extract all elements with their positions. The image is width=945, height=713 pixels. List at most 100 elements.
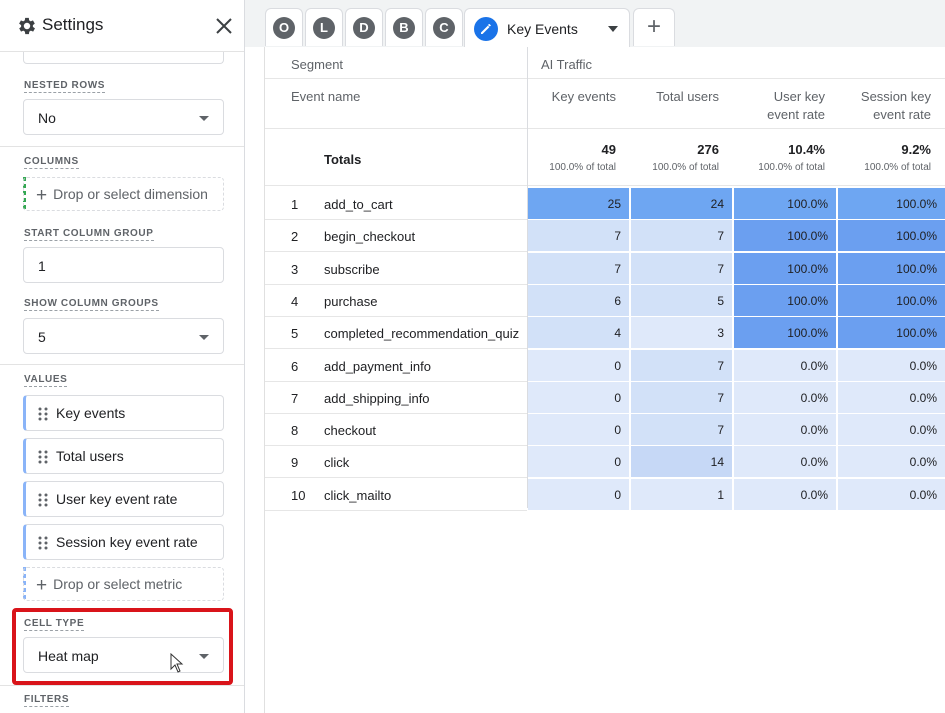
column-header-total-users[interactable]: Total users <box>631 88 719 106</box>
table-row[interactable]: 10 click_mailto 0 1 0.0% 0.0% <box>265 479 945 511</box>
drag-handle-icon <box>38 536 48 550</box>
metric-chip-user-key-event-rate[interactable]: User key event rate <box>23 481 224 517</box>
heatmap-cell: 1 <box>631 479 732 510</box>
heatmap-cell: 100.0% <box>734 188 836 219</box>
table-row[interactable]: 9 click 0 14 0.0% 0.0% <box>265 446 945 478</box>
heatmap-cell: 0 <box>528 479 629 510</box>
event-name-cell[interactable]: add_shipping_info <box>324 391 430 406</box>
event-name-cell[interactable]: begin_checkout <box>324 229 415 244</box>
section-divider <box>0 685 244 686</box>
heatmap-cell: 100.0% <box>734 285 836 316</box>
total-value: 10.4% <box>788 142 825 157</box>
total-value: 9.2% <box>901 142 931 157</box>
drop-dimension-button[interactable]: + Drop or select dimension <box>23 177 224 211</box>
heatmap-cell: 0.0% <box>734 446 836 477</box>
cell-type-label: CELL TYPE <box>24 618 85 631</box>
start-column-group-input[interactable]: 1 <box>23 247 224 283</box>
heatmap-cell: 100.0% <box>734 253 836 284</box>
heatmap-cell: 0.0% <box>734 382 836 413</box>
event-name-cell[interactable]: subscribe <box>324 262 380 277</box>
column-header-key-events[interactable]: Key events <box>528 88 616 106</box>
tab-key-events[interactable]: Key Events <box>464 8 630 47</box>
show-column-groups-select[interactable]: 5 <box>23 318 224 354</box>
tab-d[interactable]: D <box>345 8 383 46</box>
table-row[interactable]: 3 subscribe 7 7 100.0% 100.0% <box>265 253 945 285</box>
column-header-line: Key events <box>551 89 616 104</box>
total-subtext: 100.0% of total <box>652 162 719 173</box>
event-name-cell[interactable]: checkout <box>324 423 376 438</box>
row-divider <box>265 510 527 511</box>
filters-label: FILTERS <box>24 694 70 707</box>
table-row[interactable]: 6 add_payment_info 0 7 0.0% 0.0% <box>265 350 945 382</box>
tab-avatar: B <box>393 17 415 39</box>
tab-b[interactable]: B <box>385 8 423 46</box>
column-header-line: Session key <box>860 89 931 104</box>
table-row[interactable]: 1 add_to_cart 25 24 100.0% 100.0% <box>265 188 945 220</box>
event-name-header[interactable]: Event name <box>291 89 360 104</box>
row-number: 2 <box>291 229 299 244</box>
plus-icon: + <box>36 185 48 206</box>
heatmap-cell: 100.0% <box>838 220 945 251</box>
event-name-cell[interactable]: click <box>324 455 349 470</box>
row-number: 1 <box>291 197 299 212</box>
drop-metric-button[interactable]: + Drop or select metric <box>23 567 224 601</box>
heatmap-cell: 100.0% <box>838 285 945 316</box>
segment-name[interactable]: AI Traffic <box>541 57 592 72</box>
column-header-user-key-event-rate[interactable]: User key event rate <box>733 88 825 124</box>
total-subtext: 100.0% of total <box>549 162 616 173</box>
event-name-cell[interactable]: click_mailto <box>324 488 391 503</box>
show-column-groups-label: SHOW COLUMN GROUPS <box>24 298 159 311</box>
tab-o[interactable]: O <box>265 8 303 46</box>
chevron-down-icon <box>199 335 209 340</box>
pencil-icon <box>474 17 498 41</box>
row-number: 7 <box>291 391 299 406</box>
row-number: 3 <box>291 262 299 277</box>
column-header-line: event rate <box>767 107 825 122</box>
close-icon[interactable] <box>212 14 236 38</box>
metric-chip-key-events[interactable]: Key events <box>23 395 224 431</box>
drag-handle-icon <box>38 450 48 464</box>
table-row[interactable]: 2 begin_checkout 7 7 100.0% 100.0% <box>265 220 945 252</box>
heatmap-cell: 24 <box>631 188 732 219</box>
table-row[interactable]: 8 checkout 0 7 0.0% 0.0% <box>265 414 945 446</box>
row-divider <box>265 348 527 349</box>
values-label: VALUES <box>24 374 68 387</box>
plus-icon: + <box>36 575 48 596</box>
total-subtext: 100.0% of total <box>864 162 931 173</box>
metric-label: Session key event rate <box>56 534 198 550</box>
cell-type-select[interactable]: Heat map <box>23 637 224 673</box>
event-name-cell[interactable]: purchase <box>324 294 377 309</box>
column-header-line: Total users <box>656 89 719 104</box>
table-row[interactable]: 7 add_shipping_info 0 7 0.0% 0.0% <box>265 382 945 414</box>
chevron-down-icon[interactable] <box>608 26 618 32</box>
table-row[interactable]: 5 completed_recommendation_quiz 4 3 100.0% 10… <box>265 317 945 349</box>
heatmap-cell: 7 <box>631 414 732 445</box>
row-divider <box>265 477 527 478</box>
tab-avatar: D <box>353 17 375 39</box>
tab-l[interactable]: L <box>305 8 343 46</box>
heatmap-cell: 7 <box>631 253 732 284</box>
metric-chip-session-key-event-rate[interactable]: Session key event rate <box>23 524 224 560</box>
heatmap-cell: 3 <box>631 317 732 348</box>
event-name-cell[interactable]: completed_recommendation_quiz <box>324 326 519 341</box>
nested-rows-select[interactable]: No <box>23 99 224 135</box>
settings-title: Settings <box>42 15 104 34</box>
drag-handle-icon <box>38 493 48 507</box>
heatmap-cell: 0.0% <box>838 382 945 413</box>
drop-metric-text: Drop or select metric <box>53 576 183 592</box>
event-name-cell[interactable]: add_to_cart <box>324 197 393 212</box>
add-tab-button[interactable]: + <box>633 8 675 46</box>
heatmap-cell: 0.0% <box>838 350 945 381</box>
total-value: 276 <box>697 142 719 157</box>
metric-chip-total-users[interactable]: Total users <box>23 438 224 474</box>
row-number: 10 <box>291 488 306 503</box>
heatmap-cell: 100.0% <box>734 317 836 348</box>
section-divider <box>0 146 244 147</box>
show-column-groups-value: 5 <box>38 329 46 345</box>
column-header-session-key-event-rate[interactable]: Session key event rate <box>837 88 931 124</box>
table-row[interactable]: 4 purchase 6 5 100.0% 100.0% <box>265 285 945 317</box>
header-divider <box>265 78 945 79</box>
row-number: 6 <box>291 359 299 374</box>
tab-c[interactable]: C <box>425 8 463 46</box>
event-name-cell[interactable]: add_payment_info <box>324 359 431 374</box>
